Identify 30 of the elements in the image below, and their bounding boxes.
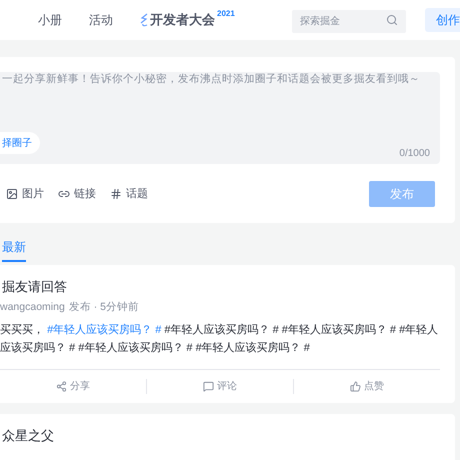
circle-button[interactable]: 择圈子 [0, 132, 40, 154]
image-icon [6, 188, 18, 200]
toolbar-button[interactable]: 话题 [110, 186, 148, 202]
like-button[interactable]: 点赞 [350, 379, 384, 394]
topic-icon [110, 188, 122, 200]
comment-button[interactable]: 评论 [203, 379, 237, 394]
composer-textarea[interactable]: 一起分享新鲜事！告诉你个小秘密，发布沸点时添加圈子和话题会被更多掘友看到哦～ 择圈子 0/1000 [0, 72, 440, 164]
logo-icon [139, 13, 149, 28]
char-counter: 0/1000 [399, 147, 430, 161]
comment-icon [203, 381, 214, 392]
post-meta: 发布 · 5分钟前 [68, 300, 139, 314]
post-title: 掘友请回答 [2, 278, 67, 296]
placeholder-text: 一起分享新鲜事！告诉你个小秘密，发布沸点时添加圈子和话题会被更多掘友看到哦～ [2, 72, 420, 87]
logo-year: 2021 [217, 8, 235, 20]
like-icon [350, 381, 361, 392]
nav-link[interactable]: 活动 [89, 11, 113, 29]
share-icon [56, 381, 67, 392]
post-title: 众星之父 [2, 427, 54, 446]
create-button[interactable]: 创作 [425, 8, 460, 32]
link-icon [58, 188, 70, 200]
logo-text: 开发者大会 [150, 11, 215, 30]
nav-link[interactable]: 小册 [38, 11, 62, 29]
toolbar-button[interactable]: 图片 [6, 186, 44, 202]
search-field[interactable]: 探索掘金 [292, 10, 406, 32]
author-name[interactable]: wangcaoming [0, 300, 65, 316]
post-content: 买买买， #年轻人应该买房吗？ # #年轻人应该买房吗？ # #年轻人应该买房吗？ # #年轻人应该买房吗？ # #年轻人应该买房吗？ # #年轻人应该买房吗？ # [0, 322, 440, 356]
feed-tab[interactable]: 最新 [2, 233, 26, 262]
share-button[interactable]: 分享 [56, 379, 90, 394]
search-icon[interactable] [386, 14, 398, 26]
toolbar-button[interactable]: 链接 [58, 186, 96, 202]
